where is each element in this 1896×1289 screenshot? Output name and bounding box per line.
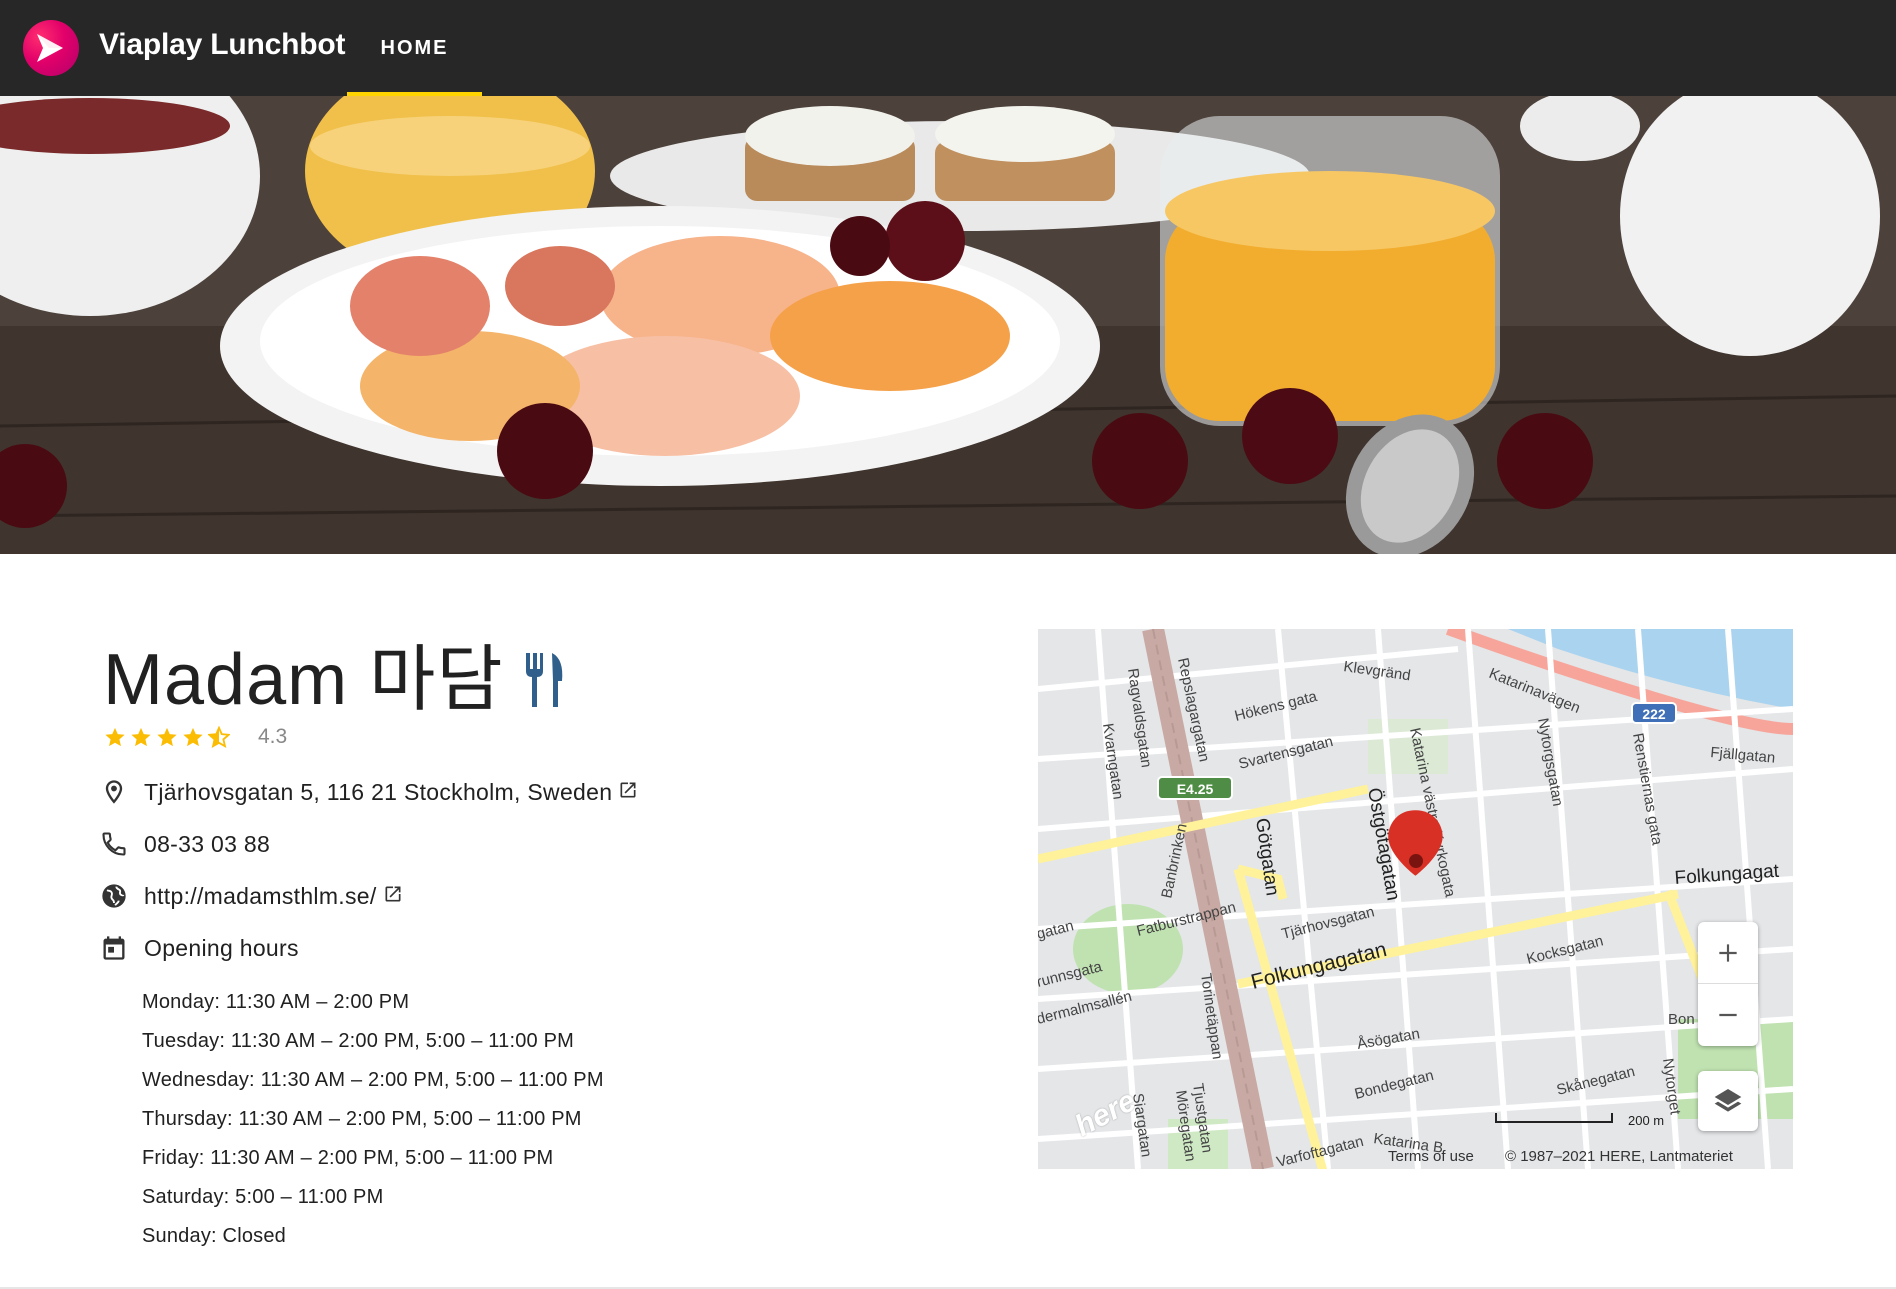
location-map[interactable]: E4.25 222 Klevgränd Katarinavägen Hökens…: [1038, 629, 1793, 1169]
phone-row: 08-33 03 88: [100, 830, 270, 858]
zoom-control: [1698, 922, 1758, 1046]
map-layers-button[interactable]: [1698, 1071, 1758, 1131]
opening-hours-list: Monday: 11:30 AM – 2:00 PM Tuesday: 11:3…: [142, 983, 604, 1256]
hours-thursday: Thursday: 11:30 AM – 2:00 PM, 5:00 – 11:…: [142, 1108, 582, 1130]
globe-icon: [100, 882, 128, 910]
star-icon: [157, 727, 177, 747]
layers-icon: [1714, 1089, 1742, 1112]
viaplay-logo-icon[interactable]: [23, 20, 79, 76]
road-shield-e425: E4.25: [1177, 781, 1214, 797]
address-row: Tjärhovsgatan 5, 116 21 Stockholm, Swede…: [100, 778, 638, 806]
restaurant-name: Madam 마담: [103, 620, 566, 726]
rating-value: 4.3: [258, 725, 288, 748]
address-link[interactable]: Tjärhovsgatan 5, 116 21 Stockholm, Swede…: [144, 779, 612, 806]
map-label: Fjällgatan: [1710, 744, 1776, 767]
map-label: Nytorgsgatan: [1534, 717, 1566, 808]
map-label: Bondegatan: [1353, 1067, 1436, 1103]
map-scale-label: 200 m: [1628, 1113, 1665, 1128]
map-label: Folkungagat: [1674, 861, 1781, 889]
map-label: Kvarngatan: [1099, 722, 1127, 800]
restaurant-name-text: Madam 마담: [103, 640, 504, 720]
map-label: Bon: [1668, 1011, 1695, 1028]
open-in-new-icon[interactable]: [618, 780, 638, 805]
hours-tuesday: Tuesday: 11:30 AM – 2:00 PM, 5:00 – 11:0…: [142, 1030, 575, 1052]
top-app-bar: Viaplay Lunchbot HOME: [0, 0, 1896, 96]
zoom-out-button[interactable]: [1698, 984, 1758, 1046]
terms-of-use-link[interactable]: Terms of use: [1388, 1148, 1474, 1165]
phone-icon: [100, 830, 128, 858]
phone-number[interactable]: 08-33 03 88: [144, 831, 270, 858]
location-pin-icon: [100, 778, 128, 806]
calendar-icon: [100, 934, 128, 962]
map-label: Hökens gata: [1233, 688, 1319, 725]
open-in-new-icon[interactable]: [383, 884, 403, 909]
hero-food-image: [0, 96, 1896, 554]
map-label: gatan: [1038, 917, 1075, 943]
app-title[interactable]: Viaplay Lunchbot: [99, 28, 345, 62]
zoom-in-button[interactable]: [1698, 922, 1758, 984]
map-label: runnsgata: [1038, 958, 1104, 991]
map-label: Klevgränd: [1342, 658, 1411, 684]
map-attribution: Terms of use © 1987–2021 HERE, Lantmater…: [1038, 1143, 1793, 1169]
cutlery-icon: [522, 644, 566, 726]
star-icon: [105, 727, 125, 747]
map-copyright: © 1987–2021 HERE, Lantmateriet: [1505, 1148, 1733, 1165]
map-label: Folkungagatan: [1249, 938, 1389, 994]
nav-tab-home[interactable]: HOME: [347, 0, 482, 96]
map-label: Renstiernas gata: [1629, 732, 1666, 847]
opening-hours-label: Opening hours: [144, 934, 299, 961]
map-scale-bar: [1495, 1113, 1613, 1123]
star-icon: [183, 727, 203, 747]
opening-hours-header: Opening hours: [100, 934, 299, 962]
star-half-icon: [208, 726, 230, 748]
star-icon: [131, 727, 151, 747]
hours-saturday: Saturday: 5:00 – 11:00 PM: [142, 1186, 384, 1208]
website-row: http://madamsthlm.se/: [100, 882, 403, 910]
road-shield-222: 222: [1642, 706, 1666, 722]
map-label: Götgatan: [1251, 817, 1283, 897]
hours-wednesday: Wednesday: 11:30 AM – 2:00 PM, 5:00 – 11…: [142, 1069, 604, 1091]
hours-friday: Friday: 11:30 AM – 2:00 PM, 5:00 – 11:00…: [142, 1147, 554, 1169]
minus-icon: [1719, 1013, 1737, 1017]
website-link[interactable]: http://madamsthlm.se/: [144, 883, 377, 910]
rating: 4.3: [104, 724, 287, 750]
plus-icon: [1719, 943, 1737, 962]
star-rating: [104, 726, 230, 748]
hours-sunday: Sunday: Closed: [142, 1225, 287, 1247]
hours-monday: Monday: 11:30 AM – 2:00 PM: [142, 991, 410, 1013]
map-label: Skånegatan: [1555, 1063, 1637, 1099]
